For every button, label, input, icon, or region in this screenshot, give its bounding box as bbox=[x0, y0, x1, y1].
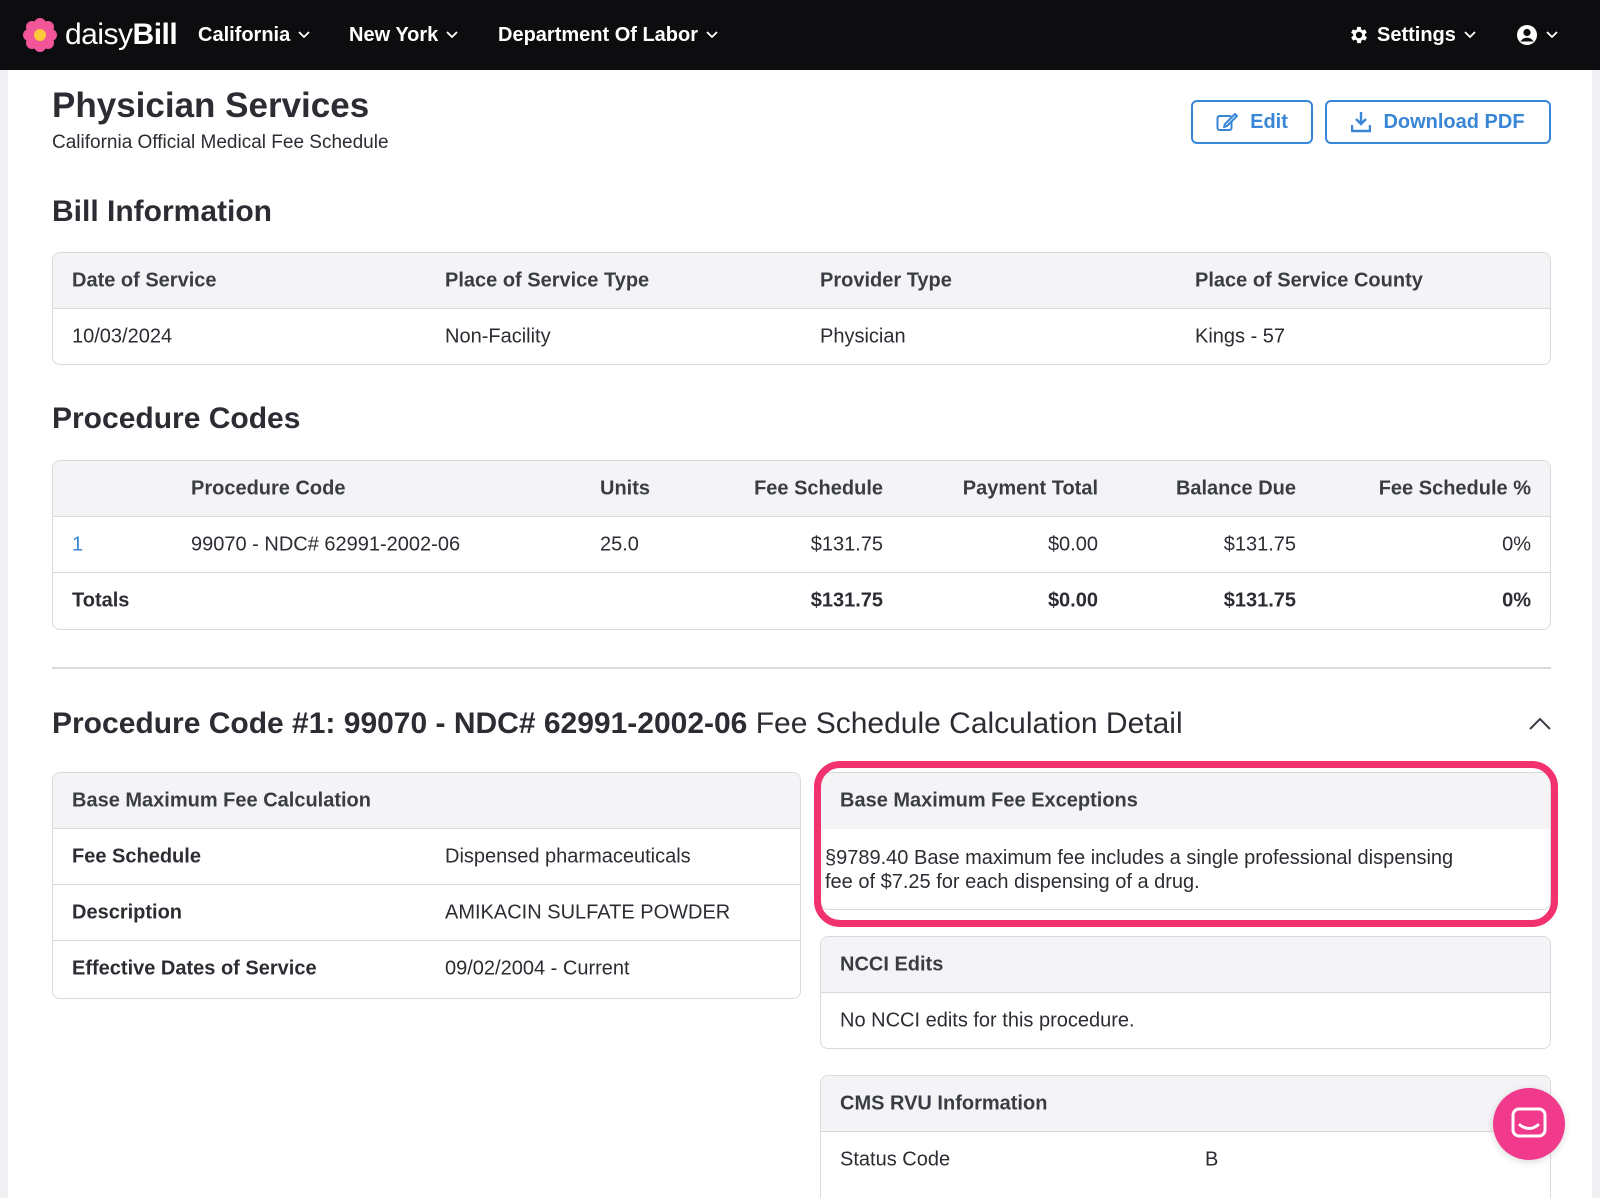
page-subtitle: California Official Medical Fee Schedule bbox=[52, 132, 389, 153]
fee-schedule-value: $131.75 bbox=[810, 533, 883, 555]
chat-launcher-button[interactable] bbox=[1493, 1088, 1565, 1160]
card-header: NCCI Edits bbox=[821, 937, 1550, 993]
ncci-edits-title: NCCI Edits bbox=[840, 953, 944, 975]
procedure-line-link[interactable]: 1 bbox=[72, 533, 83, 556]
table-header-row: Procedure Code Units Fee Schedule Paymen… bbox=[53, 461, 1550, 517]
brand[interactable]: daisyBill bbox=[22, 17, 178, 53]
header-date-of-service: Date of Service bbox=[72, 269, 217, 291]
chevron-down-icon bbox=[706, 31, 718, 39]
table-header-row: Date of Service Place of Service Type Pr… bbox=[53, 253, 1550, 309]
table-row: Status Code B bbox=[821, 1132, 1550, 1188]
status-code-value: B bbox=[1205, 1148, 1219, 1171]
chevron-down-icon bbox=[1464, 31, 1476, 39]
table-row: 10/03/2024 Non-Facility Physician Kings … bbox=[53, 309, 1550, 364]
daisy-flower-icon bbox=[23, 18, 57, 52]
top-nav: daisyBill California New York Department… bbox=[0, 0, 1600, 70]
nav-california[interactable]: California bbox=[198, 0, 310, 70]
exception-text-line-1: §9789.40 Base maximum fee includes a sin… bbox=[825, 847, 1454, 869]
totals-label: Totals bbox=[72, 589, 130, 612]
header-payment-total: Payment Total bbox=[962, 477, 1098, 499]
base-fee-calculation-title: Base Maximum Fee Calculation bbox=[72, 789, 371, 811]
page-title: Physician Services bbox=[52, 86, 370, 125]
chevron-down-icon bbox=[446, 31, 458, 39]
fee-schedule-detail-value: Dispensed pharmaceuticals bbox=[445, 845, 691, 867]
header-units: Units bbox=[600, 477, 650, 499]
table-row: No NCCI edits for this procedure. bbox=[821, 993, 1550, 1048]
ncci-edits-card: NCCI Edits No NCCI edits for this proced… bbox=[820, 936, 1551, 1049]
chat-icon bbox=[1511, 1107, 1547, 1138]
place-of-service-county-value: Kings - 57 bbox=[1195, 325, 1286, 347]
brand-name: daisyBill bbox=[65, 18, 178, 51]
provider-type-value: Physician bbox=[820, 325, 906, 347]
date-of-service-value: 10/03/2024 bbox=[72, 325, 173, 347]
header-place-of-service-type: Place of Service Type bbox=[445, 269, 650, 291]
chevron-down-icon bbox=[298, 31, 310, 39]
totals-balance-due: $131.75 bbox=[1223, 589, 1296, 612]
procedure-code-value: 99070 - NDC# 62991-2002-06 bbox=[191, 533, 461, 555]
payment-total-value: $0.00 bbox=[1047, 533, 1098, 555]
ncci-edits-text: No NCCI edits for this procedure. bbox=[840, 1009, 1135, 1031]
header-fee-schedule-percent: Fee Schedule % bbox=[1378, 477, 1531, 499]
fee-schedule-label: Fee Schedule bbox=[72, 845, 201, 867]
bill-information-table: Date of Service Place of Service Type Pr… bbox=[52, 252, 1551, 365]
gear-icon bbox=[1351, 26, 1367, 44]
section-divider bbox=[52, 667, 1551, 669]
description-value: AMIKACIN SULFATE POWDER bbox=[445, 901, 731, 923]
effective-dates-value: 09/02/2004 - Current bbox=[445, 957, 630, 980]
calculation-detail-title: Procedure Code #1: 99070 - NDC# 62991-20… bbox=[52, 707, 1183, 740]
status-code-label: Status Code bbox=[840, 1148, 951, 1171]
nav-new-york[interactable]: New York bbox=[349, 0, 458, 70]
nav-settings[interactable]: Settings bbox=[1348, 0, 1476, 70]
place-of-service-type-value: Non-Facility bbox=[445, 325, 551, 347]
table-row: Description AMIKACIN SULFATE POWDER bbox=[53, 885, 800, 941]
chevron-down-icon bbox=[1546, 31, 1558, 39]
base-fee-calculation-card: Base Maximum Fee Calculation Fee Schedul… bbox=[52, 772, 801, 999]
download-icon bbox=[1351, 112, 1372, 133]
nav-settings-label: Settings bbox=[1377, 23, 1456, 46]
table-row: Fee Schedule Dispensed pharmaceuticals bbox=[53, 829, 800, 885]
cms-rvu-title: CMS RVU Information bbox=[840, 1092, 1048, 1114]
cms-rvu-card: CMS RVU Information Status Code B bbox=[820, 1075, 1551, 1198]
card-header: Base Maximum Fee Exceptions bbox=[821, 773, 1550, 829]
edit-icon bbox=[1216, 113, 1239, 131]
units-value: 25.0 bbox=[600, 533, 639, 555]
page-side-margin-left bbox=[0, 70, 8, 1198]
chevron-up-icon[interactable] bbox=[1527, 716, 1553, 732]
fee-schedule-percent-value: 0% bbox=[1502, 533, 1531, 555]
nav-department-of-labor[interactable]: Department Of Labor bbox=[498, 0, 718, 70]
table-row: 1 99070 - NDC# 62991-2002-06 25.0 $131.7… bbox=[53, 517, 1550, 573]
header-place-of-service-county: Place of Service County bbox=[1195, 269, 1423, 291]
totals-row: Totals $131.75 $0.00 $131.75 0% bbox=[53, 573, 1550, 629]
nav-department-of-labor-label: Department Of Labor bbox=[498, 23, 699, 46]
nav-user-menu[interactable] bbox=[1516, 0, 1558, 70]
edit-button[interactable]: Edit bbox=[1191, 100, 1313, 144]
card-header: CMS RVU Information bbox=[821, 1076, 1550, 1132]
totals-fee-schedule: $131.75 bbox=[810, 589, 883, 612]
description-label: Description bbox=[72, 901, 183, 923]
exception-text-line-2: fee of $7.25 for each dispensing of a dr… bbox=[825, 871, 1200, 893]
balance-due-value: $131.75 bbox=[1223, 533, 1296, 555]
totals-payment-total: $0.00 bbox=[1047, 589, 1098, 612]
procedure-codes-title: Procedure Codes bbox=[52, 402, 301, 435]
card-header: Base Maximum Fee Calculation bbox=[53, 773, 800, 829]
header-procedure-code: Procedure Code bbox=[191, 477, 346, 499]
header-provider-type: Provider Type bbox=[820, 269, 952, 291]
nav-new-york-label: New York bbox=[349, 23, 439, 46]
header-balance-due: Balance Due bbox=[1175, 477, 1296, 499]
nav-california-label: California bbox=[198, 23, 291, 46]
table-row: Effective Dates of Service 09/02/2004 - … bbox=[53, 941, 800, 997]
edit-button-label: Edit bbox=[1250, 110, 1288, 133]
download-pdf-label: Download PDF bbox=[1383, 110, 1525, 133]
effective-dates-label: Effective Dates of Service bbox=[72, 957, 317, 980]
bill-information-title: Bill Information bbox=[52, 195, 272, 228]
procedure-codes-table: Procedure Code Units Fee Schedule Paymen… bbox=[52, 460, 1551, 630]
page-side-margin-right bbox=[1592, 70, 1600, 1198]
header-fee-schedule: Fee Schedule bbox=[754, 477, 883, 499]
base-fee-exceptions-title: Base Maximum Fee Exceptions bbox=[840, 789, 1138, 812]
totals-fee-schedule-percent: 0% bbox=[1502, 589, 1531, 612]
user-circle-icon bbox=[1517, 25, 1537, 45]
download-pdf-button[interactable]: Download PDF bbox=[1325, 100, 1551, 144]
